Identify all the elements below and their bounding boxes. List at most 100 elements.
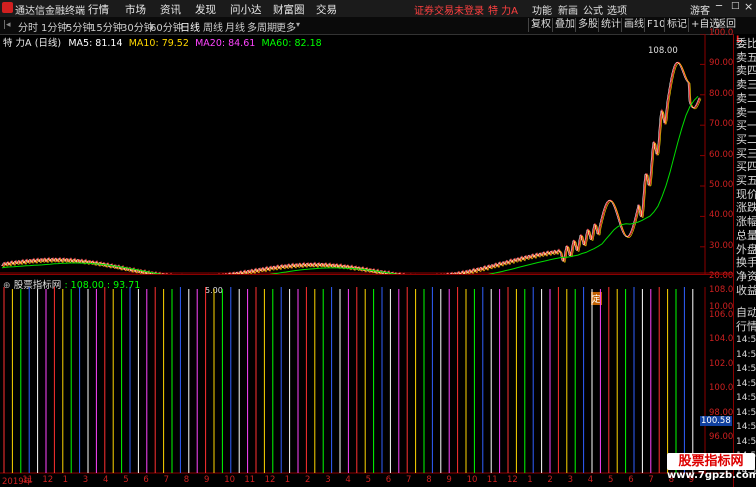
quote-field-label: 卖四	[736, 64, 756, 78]
price-y-tick: 50.00	[709, 180, 734, 190]
x-axis-tick: 11	[486, 475, 498, 485]
tick-time: 14:56	[736, 378, 756, 389]
stock-short-name: 特 力A	[488, 6, 519, 17]
more-chevron-icon[interactable]: ▾	[296, 20, 300, 29]
indicator-chart[interactable]	[0, 287, 733, 474]
x-axis-tick: 4	[345, 475, 351, 485]
close-icon[interactable]: ×	[744, 0, 753, 13]
auto-quote-label[interactable]: 自动	[736, 306, 756, 320]
x-axis-tick: 9	[204, 475, 210, 485]
tab-daily[interactable]: 日线	[180, 19, 200, 34]
quote-field-label: 现价	[736, 187, 756, 201]
overlay-button[interactable]: 叠加	[552, 18, 577, 32]
x-axis-tick: 8	[183, 475, 190, 485]
menu-bar: 通达信金融终端 行情 市场 资讯 发现 问小达 财富圈 交易 证券交易未登录 特…	[0, 0, 756, 18]
ma10-line	[2, 63, 702, 274]
menu-options[interactable]: 选项	[607, 2, 627, 17]
watermark-url: www.7gpzb.com	[667, 470, 756, 481]
tick-time: 14:55	[736, 349, 756, 360]
trade-login-notice[interactable]: 证券交易未登录	[414, 2, 484, 17]
x-axis-tick: 11	[244, 475, 256, 485]
watermark-title: 股票指标网	[667, 453, 755, 470]
price-candles	[1, 61, 701, 274]
menu-wealth-circle[interactable]: 财富圈	[273, 2, 305, 17]
watermark-logo: 股票指标网 www.7gpzb.com	[667, 451, 756, 487]
price-y-tick: 80.00	[709, 88, 734, 99]
menu-news[interactable]: 资讯	[160, 2, 181, 17]
tick-time: 14:55	[736, 364, 756, 374]
x-axis-tick: 6	[385, 475, 392, 485]
ma60-line	[1, 95, 699, 274]
x-axis-tick: 7	[648, 475, 654, 485]
menu-quotes[interactable]: 行情	[88, 2, 109, 17]
x-axis-tick: 5	[365, 475, 372, 485]
tab-more[interactable]: 更多	[276, 19, 296, 34]
multi-stock-button[interactable]: 多股	[575, 18, 600, 32]
maximize-icon[interactable]: □	[731, 1, 740, 11]
x-axis-tick: 5	[123, 475, 129, 485]
tab-1min[interactable]: 1分钟	[41, 19, 67, 34]
user-label[interactable]: 游客	[690, 2, 710, 17]
quote-field-label: 涨跌	[736, 201, 756, 215]
indicator-y-tick: 106.0	[709, 309, 734, 320]
x-axis-tick: 5	[608, 475, 614, 485]
app-title: 通达信金融终端	[15, 6, 85, 17]
quote-field-label: 收益	[736, 283, 756, 297]
indicator-y-tick: 100.0	[709, 383, 734, 393]
quote-side-panel: L 委比 卖五 卖四 卖三 卖二 卖一 买一 买二 买三 买四 买五 现价 涨跌 涨幅 总量 外盘 换手 净资 收益…	[733, 34, 756, 487]
menu-trade[interactable]: 交易	[316, 2, 337, 17]
auto-quote-label[interactable]: 行情	[736, 320, 756, 334]
x-axis-tick: 2	[547, 475, 553, 485]
quote-field-label: 委比	[736, 37, 756, 50]
price-y-tick: 70.00	[709, 119, 734, 130]
x-axis-tick: 7	[406, 475, 412, 485]
ma5-line	[0, 62, 700, 274]
quote-field-label: 买二	[736, 132, 756, 146]
tab-timeshare[interactable]: 分时	[18, 19, 38, 34]
quote-field-label: 卖二	[736, 91, 756, 105]
menu-ask-xiaoda[interactable]: 问小达	[230, 2, 262, 17]
quote-field-label: 外盘	[736, 242, 756, 256]
menu-function[interactable]: 功能	[532, 2, 552, 17]
indicator-y-tick: 108.0	[709, 285, 734, 295]
draw-line-button[interactable]: 画线	[621, 18, 646, 32]
menu-discover[interactable]: 发现	[195, 2, 216, 17]
tab-monthly[interactable]: 月线	[225, 19, 245, 34]
price-chart[interactable]	[0, 34, 733, 274]
price-y-tick: 60.00	[709, 149, 734, 160]
quote-field-label: 总量	[736, 228, 756, 242]
x-axis-tick: 12	[507, 475, 518, 485]
x-axis-tick: 12	[264, 475, 276, 485]
x-axis-tick: 8	[426, 475, 432, 485]
statistics-button[interactable]: 统计	[598, 18, 623, 32]
x-axis-tick: 10	[224, 475, 236, 485]
tab-5min[interactable]: 5分钟	[66, 19, 92, 34]
mark-button[interactable]: 标记	[664, 18, 689, 32]
period-toolbar: |◂ 分时 1分钟 5分钟 15分钟 30分钟 60分钟 日线 周线 月线 多周…	[0, 17, 756, 35]
quote-field-label: 卖五	[736, 50, 756, 64]
quote-field-label: 净资	[736, 269, 756, 283]
x-axis-tick: 7	[163, 475, 170, 485]
x-axis-tick: 1	[62, 475, 69, 485]
quote-field-label: 买五	[736, 174, 756, 187]
menu-market[interactable]: 市场	[125, 2, 146, 17]
rights-adjust-button[interactable]: 复权	[528, 18, 553, 32]
x-axis-tick: 10	[466, 475, 478, 485]
panel-toggle-icon[interactable]: |◂	[3, 20, 11, 30]
minimize-icon[interactable]: ─	[716, 1, 722, 12]
panel-divider	[0, 274, 733, 275]
tab-15min[interactable]: 15分钟	[90, 19, 123, 34]
tab-60min[interactable]: 60分钟	[150, 19, 183, 34]
menu-new-draw[interactable]: 新画	[558, 2, 578, 17]
x-axis-tick: 11	[22, 475, 34, 485]
tab-30min[interactable]: 30分钟	[121, 19, 154, 34]
price-y-tick: 20.00	[709, 271, 734, 282]
quote-field-label: 卖三	[736, 78, 756, 92]
price-y-tick: 40.00	[709, 210, 734, 221]
x-axis-tick: 4	[587, 475, 594, 485]
menu-formula[interactable]: 公式	[583, 2, 603, 17]
tick-time: 14:56	[736, 422, 756, 432]
tab-weekly[interactable]: 周线	[203, 19, 223, 34]
tab-multi-period[interactable]: 多周期	[247, 19, 277, 34]
quote-field-label: 买一	[736, 119, 756, 133]
